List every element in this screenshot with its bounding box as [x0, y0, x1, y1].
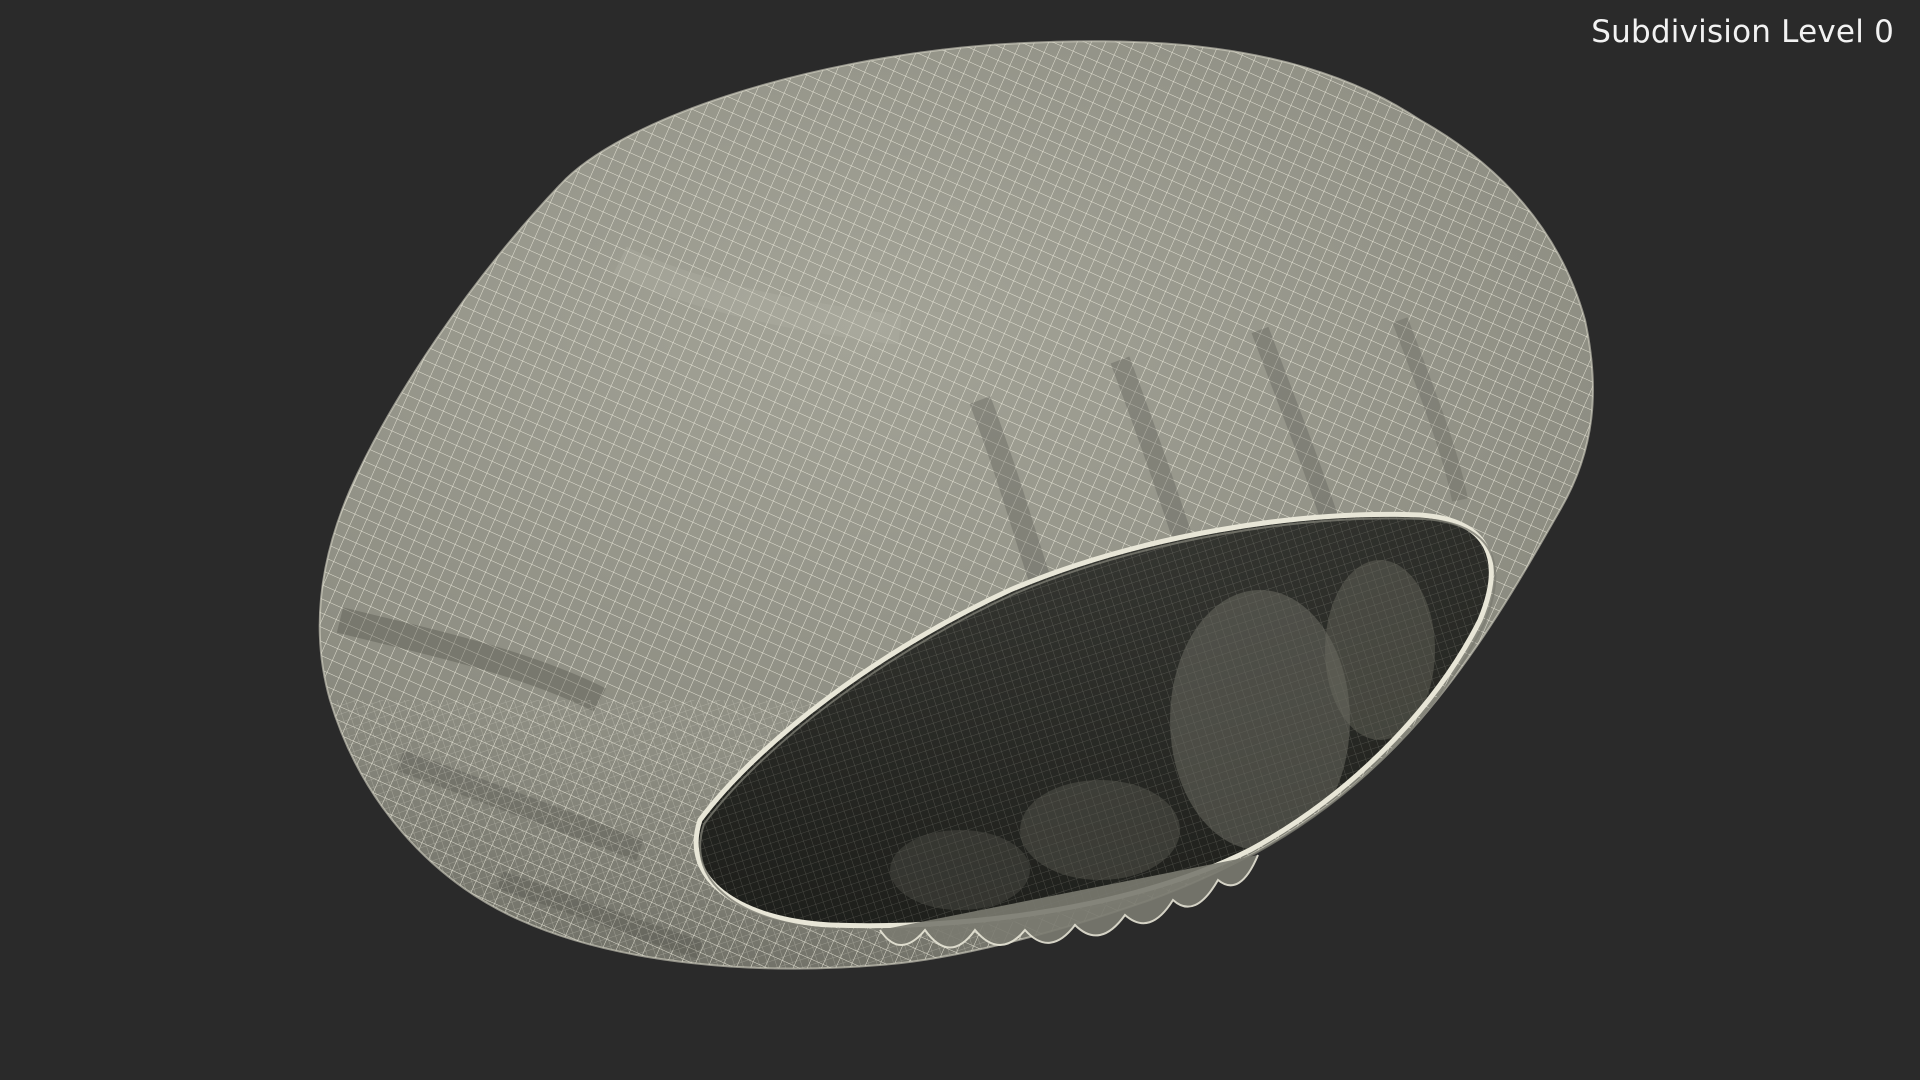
subdivision-level-label: Subdivision Level 0	[1591, 14, 1894, 50]
3d-viewport: Subdivision Level 0	[0, 0, 1920, 1080]
bonnet-wireframe-render	[318, 40, 1594, 970]
